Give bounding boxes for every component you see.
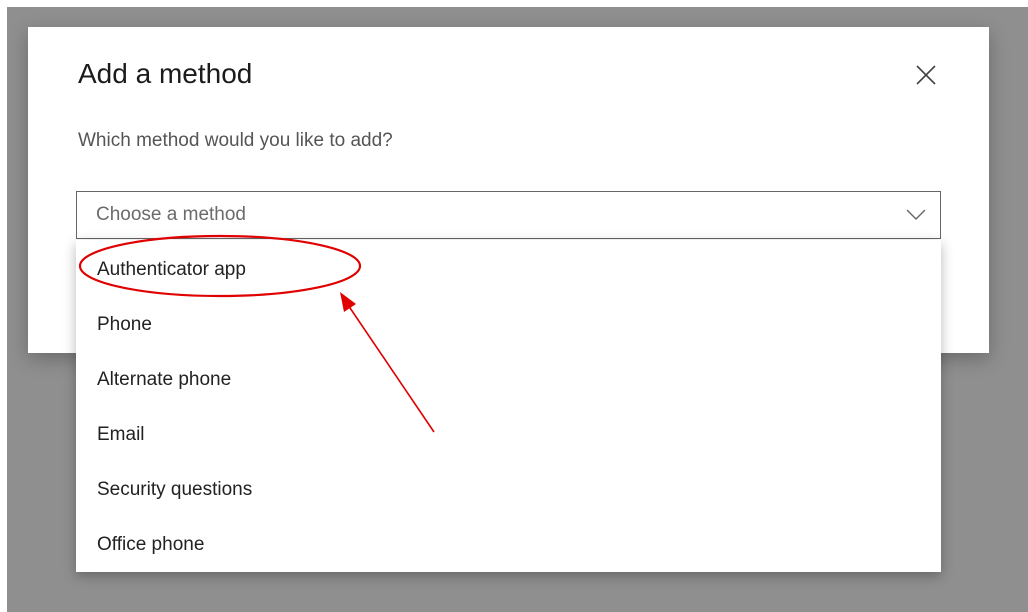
close-icon: [916, 65, 936, 85]
option-email[interactable]: Email: [76, 407, 941, 462]
option-label: Email: [97, 423, 145, 445]
select-placeholder: Choose a method: [96, 204, 246, 225]
option-label: Office phone: [97, 533, 205, 555]
option-label: Alternate phone: [97, 368, 232, 390]
option-label: Authenticator app: [97, 258, 246, 280]
chevron-down-icon: [906, 208, 926, 226]
method-select[interactable]: Choose a method: [76, 191, 941, 239]
option-authenticator-app[interactable]: Authenticator app: [76, 242, 941, 297]
method-prompt: Which method would you like to add?: [78, 130, 393, 151]
option-office-phone[interactable]: Office phone: [76, 517, 941, 572]
dialog-title: Add a method: [78, 58, 253, 89]
method-dropdown-list: Authenticator app Phone Alternate phone …: [76, 240, 941, 572]
option-label: Phone: [97, 313, 152, 335]
option-label: Security questions: [97, 478, 253, 500]
option-alternate-phone[interactable]: Alternate phone: [76, 352, 941, 407]
close-button[interactable]: [912, 61, 940, 89]
option-security-questions[interactable]: Security questions: [76, 462, 941, 517]
option-phone[interactable]: Phone: [76, 297, 941, 352]
